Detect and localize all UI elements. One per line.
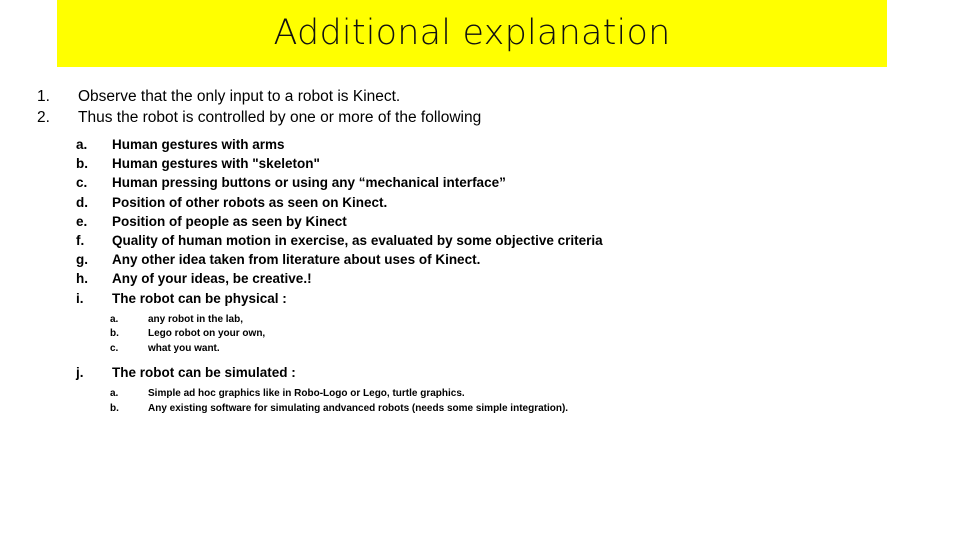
physical-option-label: any robot in the lab, — [148, 313, 244, 325]
list-item-1: 1. Observe that the only input to a robo… — [0, 86, 960, 107]
sub-list-item-f: f. Quality of human motion in exercise, … — [0, 231, 960, 250]
list-marker: d. — [76, 194, 88, 210]
simulated-option-a: a. Simple ad hoc graphics like in Robo-L… — [0, 387, 960, 401]
list-item-label: Observe that the only input to a robot i… — [78, 88, 401, 105]
list-marker: c. — [110, 342, 119, 354]
outline-list: 1. Observe that the only input to a robo… — [0, 86, 960, 416]
list-item-2: 2. Thus the robot is controlled by one o… — [0, 107, 960, 128]
sub-list-item-label: Human pressing buttons or using any “mec… — [112, 175, 506, 191]
sub-list-item-label: Quality of human motion in exercise, as … — [112, 233, 603, 249]
simulated-option-label: Any existing software for simulating and… — [148, 402, 569, 414]
physical-options-list: a. any robot in the lab, b. Lego robot o… — [0, 313, 960, 356]
sub-list-item-label: The robot can be physical : — [112, 290, 287, 306]
sub-list-item-g: g. Any other idea taken from literature … — [0, 250, 960, 269]
sub-list-item-label: Position of other robots as seen on Kine… — [112, 194, 388, 210]
physical-option-a: a. any robot in the lab, — [0, 313, 960, 327]
simulated-option-b: b. Any existing software for simulating … — [0, 402, 960, 416]
simulated-options-list: a. Simple ad hoc graphics like in Robo-L… — [0, 387, 960, 416]
physical-option-b: b. Lego robot on your own, — [0, 327, 960, 341]
sub-list: a. Human gestures with arms b. Human ges… — [0, 135, 960, 416]
list-marker: 1. — [37, 88, 50, 105]
list-marker: b. — [110, 328, 119, 340]
page-title: Additional explanation — [273, 13, 671, 54]
physical-option-c: c. what you want. — [0, 342, 960, 356]
list-marker: j. — [76, 365, 84, 381]
sub-list-item-j: j. The robot can be simulated : — [0, 363, 960, 382]
list-marker: c. — [76, 175, 88, 191]
sub-list-item-label: Any of your ideas, be creative.! — [112, 271, 312, 287]
list-marker: a. — [110, 313, 119, 325]
physical-option-label: Lego robot on your own, — [148, 328, 266, 340]
sub-list-item-label: Human gestures with "skeleton" — [112, 156, 320, 172]
list-marker: 2. — [37, 109, 50, 126]
list-marker: b. — [76, 156, 88, 172]
physical-option-label: what you want. — [148, 342, 220, 354]
sub-list-item-e: e. Position of people as seen by Kinect — [0, 212, 960, 231]
list-marker: h. — [76, 271, 88, 287]
simulated-option-label: Simple ad hoc graphics like in Robo-Logo… — [148, 388, 465, 400]
list-marker: a. — [110, 388, 119, 400]
list-marker: i. — [76, 290, 84, 306]
sub-list-item-label: Position of people as seen by Kinect — [112, 213, 347, 229]
slide-body: 1. Observe that the only input to a robo… — [0, 67, 960, 540]
list-marker: g. — [76, 252, 88, 268]
sub-list-item-c: c. Human pressing buttons or using any “… — [0, 173, 960, 192]
list-marker: f. — [76, 233, 85, 249]
list-item-label: Thus the robot is controlled by one or m… — [78, 109, 482, 126]
sub-list-item-b: b. Human gestures with "skeleton" — [0, 154, 960, 173]
sub-list-item-label: Human gestures with arms — [112, 137, 285, 152]
sub-list-item-label: The robot can be simulated : — [112, 365, 296, 381]
sub-list-item-a: a. Human gestures with arms — [0, 135, 960, 154]
title-banner: Additional explanation — [57, 0, 887, 67]
list-marker: e. — [76, 213, 88, 229]
sub-list-item-h: h. Any of your ideas, be creative.! — [0, 269, 960, 288]
sub-list-item-label: Any other idea taken from literature abo… — [112, 252, 481, 268]
sub-list-item-i: i. The robot can be physical : — [0, 289, 960, 308]
list-marker: a. — [76, 137, 88, 152]
sub-list-item-d: d. Position of other robots as seen on K… — [0, 193, 960, 212]
list-marker: b. — [110, 402, 119, 414]
